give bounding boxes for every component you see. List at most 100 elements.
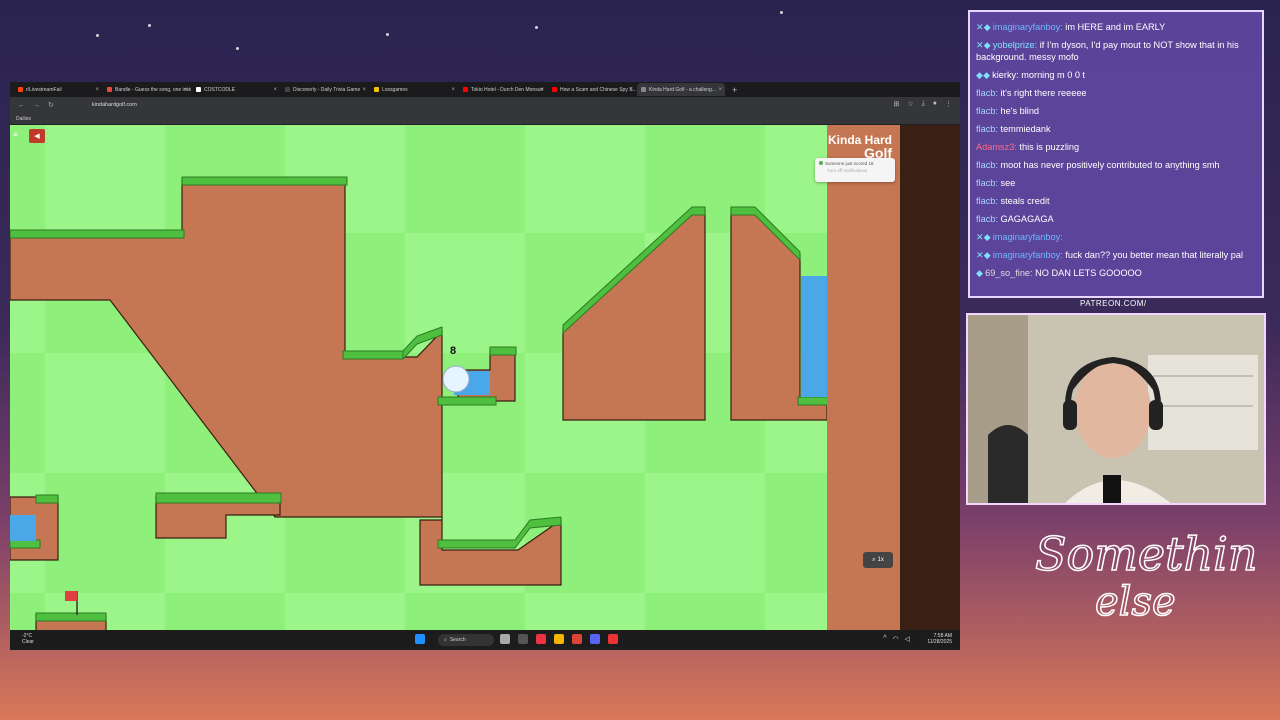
app-icon[interactable] [500, 634, 510, 644]
bookmark-star-icon[interactable]: ☆ [907, 100, 913, 108]
browser-tab[interactable]: Kinda Hard Golf - a challeng... × [637, 83, 725, 96]
taskbar-icons [415, 634, 425, 644]
weather-widget[interactable]: -2°C Clear [22, 633, 34, 645]
obs-icon[interactable] [608, 634, 618, 644]
clock[interactable]: 7:58 AM 11/28/2025 [927, 633, 952, 645]
chat-text: it's right there reeeee [1000, 88, 1087, 98]
chat-text: see [1000, 178, 1016, 188]
tab-label: COSTCODLE [204, 86, 236, 93]
score-notification[interactable]: Someone just scored 18 Turn off notifica… [815, 158, 895, 182]
chat-badge-icon: ✕◆ [976, 232, 991, 242]
chat-text: this is puzzling [1019, 142, 1080, 152]
chat-username: flacb: [976, 196, 1001, 206]
close-tab-icon[interactable]: × [718, 87, 722, 93]
install-icon[interactable]: ⊞ [894, 100, 900, 108]
app-icon[interactable] [536, 634, 546, 644]
magnifier-icon: ⌕ [872, 556, 876, 563]
start-icon[interactable] [415, 634, 425, 644]
chrome-icon[interactable] [572, 634, 582, 644]
favicon-icon [107, 87, 112, 92]
favicon-icon [463, 87, 468, 92]
chat-username: flacb: [976, 88, 1001, 98]
back-icon[interactable]: ← [18, 102, 25, 109]
volume-icon[interactable]: ◁ [905, 635, 910, 643]
browser-tab[interactable]: r/LivestreamFail × [14, 83, 102, 96]
chat-text: im HERE and im EARLY [1065, 22, 1166, 32]
close-tab-icon[interactable]: × [95, 87, 99, 93]
bookmarks-bar: Dailies [10, 113, 960, 125]
chat-text: he's blind [1000, 106, 1040, 116]
chat-message: Adamsz3: this is puzzling [976, 138, 1256, 156]
svg-text:Something: Something [1035, 527, 1255, 581]
chat-message: flacb: see [976, 174, 1256, 192]
system-tray: ^ ◠ ◁ [883, 635, 910, 643]
close-tab-icon[interactable]: × [451, 87, 455, 93]
tab-label: How a Scam and Chinese Spy S... [560, 86, 636, 93]
chat-message: flacb: he's blind [976, 102, 1256, 120]
chat-username: 69_so_fine: [985, 268, 1036, 278]
chat-username: yobelprize: [992, 40, 1040, 50]
browser-tab[interactable]: COSTCODLE × [192, 83, 280, 96]
chat-text: temmiedank [1000, 124, 1051, 134]
browser-tab[interactable]: Tokio Hotel - Durch Den Monsun × [459, 83, 547, 96]
download-icon[interactable]: ⤓ [922, 100, 925, 108]
web-page: ≡ ◀ 8 Kinda Hard Golf Someone just score… [10, 125, 960, 631]
chat-badge-icon: ✕◆ [976, 250, 991, 260]
tab-label: Tokio Hotel - Durch Den Monsun [471, 86, 544, 93]
profile-icon[interactable]: ● [933, 100, 937, 108]
golf-game-canvas[interactable]: ≡ ◀ 8 [10, 125, 827, 631]
favicon-icon [374, 87, 379, 92]
restart-icon[interactable]: ◀ [29, 129, 45, 143]
patreon-text: PATREON.COM/ [1080, 299, 1147, 308]
forward-icon[interactable]: → [33, 102, 40, 109]
chat-message: ◆◆ kierky: morning m 0 0 t [976, 66, 1256, 84]
chat-username: flacb: [976, 178, 1001, 188]
zoom-button[interactable]: ⌕ 1x [863, 552, 893, 568]
stroke-counter: 8 [450, 345, 457, 357]
taskbar-search[interactable]: ⌕ Search [438, 634, 494, 646]
tab-label: Bandle - Guess the song, one instrument … [115, 86, 191, 93]
bookmark-dailies[interactable]: Dailies [16, 116, 31, 122]
favicon-icon [196, 87, 201, 92]
close-tab-icon[interactable]: × [273, 87, 277, 93]
wifi-icon[interactable]: ◠ [893, 635, 899, 643]
reload-icon[interactable]: ↻ [48, 101, 54, 109]
app-icon[interactable] [518, 634, 528, 644]
close-tab-icon[interactable]: × [629, 87, 633, 93]
chat-message: flacb: it's right there reeeee [976, 84, 1256, 102]
new-tab-icon[interactable]: + [732, 85, 737, 95]
chat-username: imaginaryfanboy: [992, 250, 1066, 260]
chat-message: ✕◆ yobelprize: if I'm dyson, I'd pay mout… [976, 39, 1256, 63]
hole-flag [65, 591, 77, 601]
menu-dots-icon[interactable]: ⋮ [945, 100, 952, 108]
chat-message: flacb: GAGAGAGA [976, 210, 1256, 228]
favicon-icon [285, 87, 290, 92]
chat-message: flacb: temmiedank [976, 120, 1256, 138]
game-title: Kinda Hard Golf [828, 133, 893, 161]
browser-tab[interactable]: How a Scam and Chinese Spy S... × [548, 83, 636, 96]
chat-username: imaginaryfanboy: [992, 22, 1066, 32]
discord-icon[interactable] [590, 634, 600, 644]
level-map [10, 125, 827, 631]
close-tab-icon[interactable]: × [540, 87, 544, 93]
favicon-icon [18, 87, 23, 92]
chevron-up-icon[interactable]: ^ [883, 635, 886, 643]
stream-chat: ✕◆ imaginaryfanboy: im HERE and im EARLY ✕… [968, 10, 1264, 298]
chat-badge-icon: ◆◆ [976, 70, 991, 80]
chat-message: flacb: moot has never positively contrib… [976, 156, 1256, 174]
chat-badge-icon: ◆ [976, 268, 984, 278]
browser-tab[interactable]: Bandle - Guess the song, one instrument … [103, 83, 191, 96]
brand-logo: Something else [1025, 510, 1280, 630]
browser-tab[interactable]: Lossgames × [370, 83, 458, 96]
folder-icon[interactable] [554, 634, 564, 644]
search-icon: ⌕ [444, 637, 447, 643]
chat-text: NO DAN LETS GOOOOO [1035, 268, 1142, 278]
chat-username: kierky: [992, 70, 1022, 80]
tab-strip: r/LivestreamFail × Bandle - Guess the song… [10, 82, 960, 97]
hamburger-menu-icon[interactable]: ≡ [13, 130, 22, 139]
favicon-icon [641, 87, 646, 92]
close-tab-icon[interactable]: × [184, 87, 188, 93]
browser-tab[interactable]: Disconerly - Daily Trivia Game × [281, 83, 369, 96]
close-tab-icon[interactable]: × [362, 87, 366, 93]
url-field[interactable]: kindahardgolf.com [92, 102, 137, 108]
